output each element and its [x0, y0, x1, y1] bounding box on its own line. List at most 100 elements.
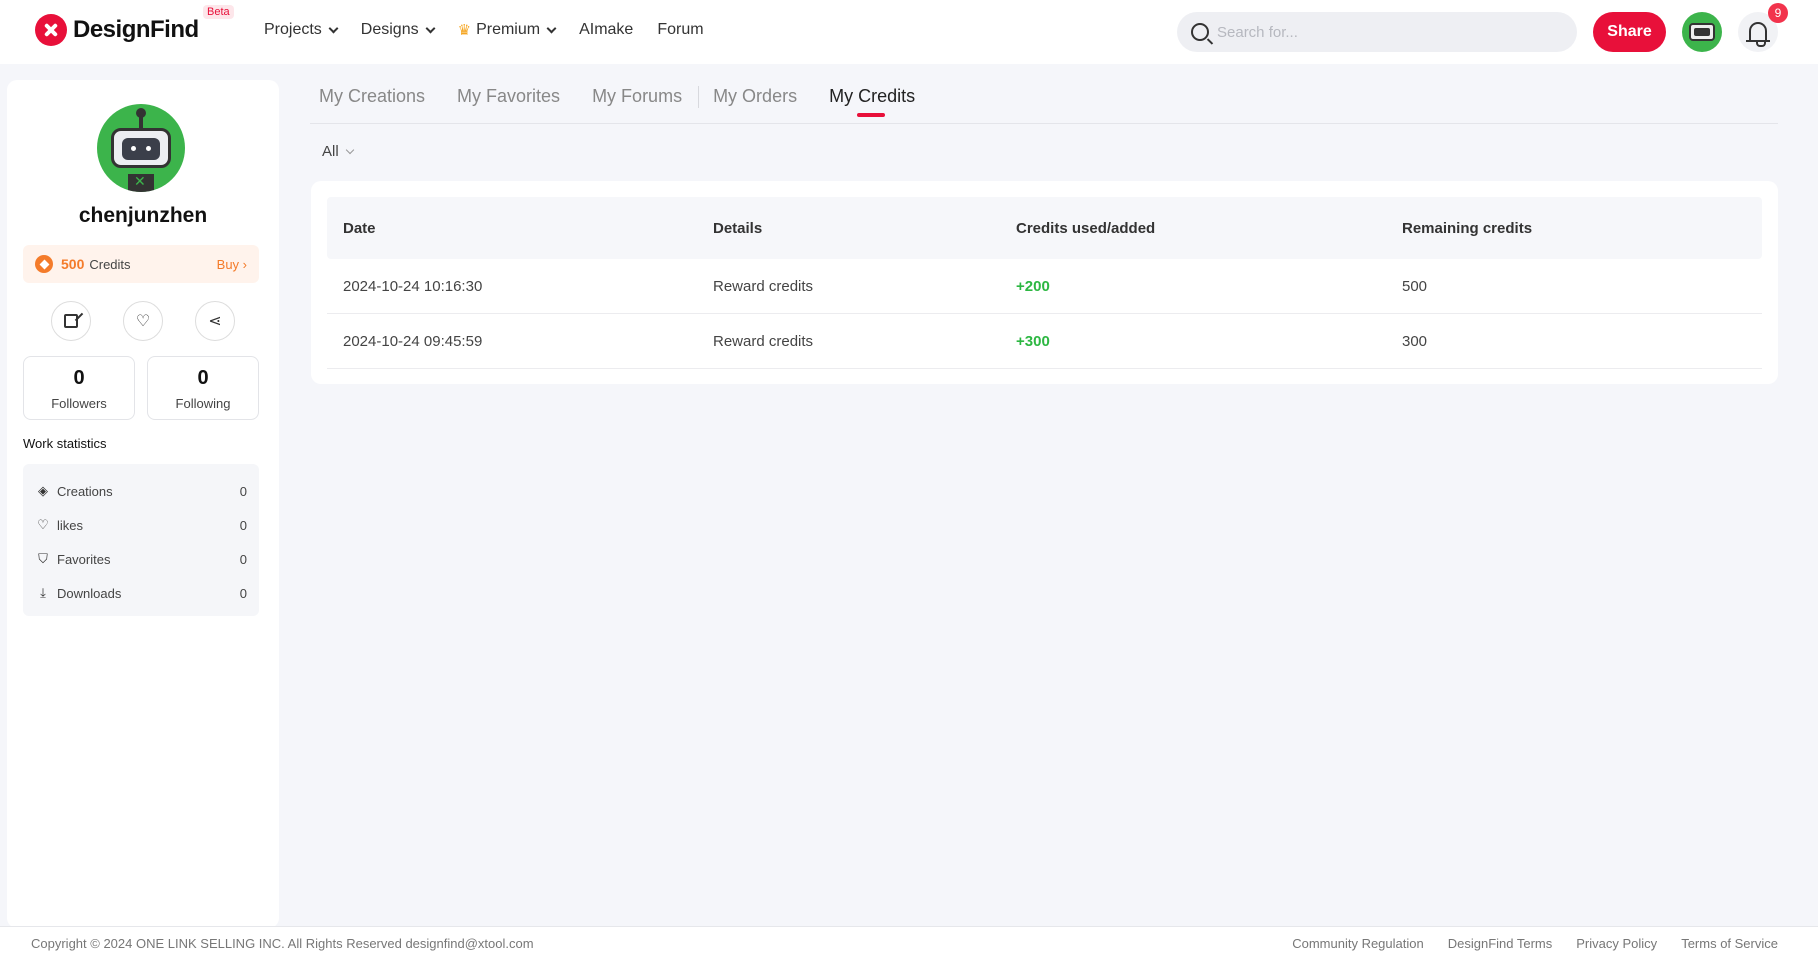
share-profile-button[interactable]: ⋖ [195, 301, 235, 341]
work-statistics: ◈ Creations 0 ♡ likes 0 ⛉ Favorites 0 ⤓ … [23, 464, 259, 616]
user-avatar[interactable] [1682, 12, 1722, 52]
robot-face-icon [122, 138, 160, 160]
cell-remaining: 500 [1402, 277, 1428, 295]
credits-box: 500 Credits Buy › [23, 245, 259, 283]
nav-designs[interactable]: Designs [360, 21, 436, 39]
robot-eye-icon [146, 146, 151, 151]
tab-my-favorites[interactable]: My Favorites [457, 76, 560, 123]
table-row: 2024-10-24 10:16:30 Reward credits +200 … [327, 259, 1762, 314]
following-box[interactable]: 0 Following [147, 356, 259, 420]
footer-links: Community Regulation DesignFind Terms Pr… [1268, 936, 1778, 951]
chevron-down-icon [546, 23, 557, 33]
share-button[interactable]: Share [1593, 12, 1666, 52]
main-nav: Projects Designs ♛ Premium AImake Forum [264, 0, 728, 60]
coin-icon [35, 255, 53, 273]
column-header-credits-change: Credits used/added [1016, 219, 1156, 237]
followers-count: 0 [73, 367, 85, 389]
column-header-remaining: Remaining credits [1402, 219, 1533, 237]
cell-credits-change: +200 [1016, 277, 1050, 295]
followers-box[interactable]: 0 Followers [23, 356, 135, 420]
crown-icon: ♛ [457, 22, 472, 39]
nav-projects-label: Projects [264, 21, 322, 38]
nav-aimake[interactable]: AImake [579, 21, 633, 39]
credits-filter-dropdown[interactable]: All [322, 143, 354, 160]
stat-value: 0 [239, 517, 247, 533]
follow-stats: 0 Followers 0 Following [23, 356, 259, 420]
cell-credits-change: +300 [1016, 332, 1050, 350]
nav-forum[interactable]: Forum [657, 21, 703, 39]
following-label: Following [175, 396, 231, 411]
bookmark-icon: ⛉ [38, 551, 48, 566]
nav-premium[interactable]: ♛ Premium [457, 21, 557, 39]
stat-label: Creations [57, 483, 113, 499]
cell-details: Reward credits [713, 332, 814, 350]
robot-head-icon [111, 128, 171, 168]
chevron-down-icon [328, 23, 339, 33]
beta-badge: Beta [203, 5, 234, 19]
tab-my-credits[interactable]: My Credits [829, 76, 915, 123]
robot-antenna-icon [136, 108, 146, 128]
footer-link-privacy-policy[interactable]: Privacy Policy [1576, 936, 1657, 951]
download-icon: ⤓ [40, 585, 46, 600]
tab-divider [698, 86, 700, 108]
credits-label: Credits [89, 256, 131, 272]
profile-avatar[interactable] [97, 104, 185, 192]
tab-my-orders[interactable]: My Orders [713, 76, 797, 123]
heart-gear-icon: ♡ [135, 313, 151, 330]
following-count: 0 [197, 367, 209, 389]
robot-eye-icon [131, 146, 136, 151]
page-footer: Copyright © 2024 ONE LINK SELLING INC. A… [0, 926, 1818, 959]
table-header: Date Details Credits used/added Remainin… [327, 197, 1762, 259]
username: chenjunzhen [78, 204, 208, 227]
logo[interactable]: DesignFind [35, 14, 199, 46]
nav-projects[interactable]: Projects [264, 21, 339, 39]
cell-date: 2024-10-24 10:16:30 [343, 277, 483, 295]
settings-button[interactable]: ♡ [123, 301, 163, 341]
layers-icon: ◈ [38, 483, 48, 498]
footer-link-designfind-terms[interactable]: DesignFind Terms [1448, 936, 1553, 951]
search-icon [1191, 23, 1209, 41]
nav-designs-label: Designs [360, 21, 419, 38]
stat-label: Downloads [57, 585, 122, 601]
stat-value: 0 [239, 483, 247, 499]
credits-table-card: Date Details Credits used/added Remainin… [311, 181, 1778, 384]
notification-badge: 9 [1768, 3, 1788, 23]
cell-remaining: 300 [1402, 332, 1428, 350]
copyright-text: Copyright © 2024 ONE LINK SELLING INC. A… [31, 936, 534, 951]
footer-link-terms-of-service[interactable]: Terms of Service [1681, 936, 1778, 951]
stat-label: Favorites [57, 551, 111, 567]
logo-mark-icon [35, 14, 67, 46]
work-statistics-title: Work statistics [23, 436, 107, 451]
tab-my-forums[interactable]: My Forums [592, 76, 682, 123]
followers-label: Followers [51, 396, 107, 411]
chevron-down-icon [425, 23, 436, 33]
stat-likes: ♡ likes 0 [35, 508, 247, 542]
footer-link-community-regulation[interactable]: Community Regulation [1292, 936, 1424, 951]
top-header: DesignFind Beta Projects Designs ♛ Premi… [0, 0, 1818, 64]
filter-selected: All [322, 143, 339, 160]
robot-body-icon [128, 173, 154, 192]
column-header-details: Details [713, 219, 763, 237]
stat-favorites: ⛉ Favorites 0 [35, 542, 247, 576]
heart-icon: ♡ [37, 517, 49, 532]
logo-text: DesignFind [73, 16, 199, 43]
nav-premium-label: Premium [476, 21, 541, 38]
search-input[interactable] [1217, 23, 1557, 41]
tab-my-creations[interactable]: My Creations [319, 76, 425, 123]
stat-label: likes [57, 517, 84, 533]
cell-details: Reward credits [713, 277, 814, 295]
edit-icon [64, 314, 78, 328]
profile-tabs: My Creations My Favorites My Forums My O… [310, 76, 1778, 124]
profile-actions: ♡ ⋖ [7, 301, 279, 341]
chevron-down-icon [345, 145, 354, 154]
stat-value: 0 [239, 551, 247, 567]
nav-forum-label: Forum [657, 21, 704, 38]
cell-date: 2024-10-24 09:45:59 [343, 332, 483, 350]
share-icon: ⋖ [208, 313, 222, 330]
edit-profile-button[interactable] [51, 301, 91, 341]
stat-creations: ◈ Creations 0 [35, 474, 247, 508]
nav-aimake-label: AImake [579, 21, 634, 38]
robot-avatar-icon [1689, 23, 1715, 41]
bell-icon [1746, 22, 1770, 47]
buy-credits-link[interactable]: Buy › [217, 257, 247, 272]
